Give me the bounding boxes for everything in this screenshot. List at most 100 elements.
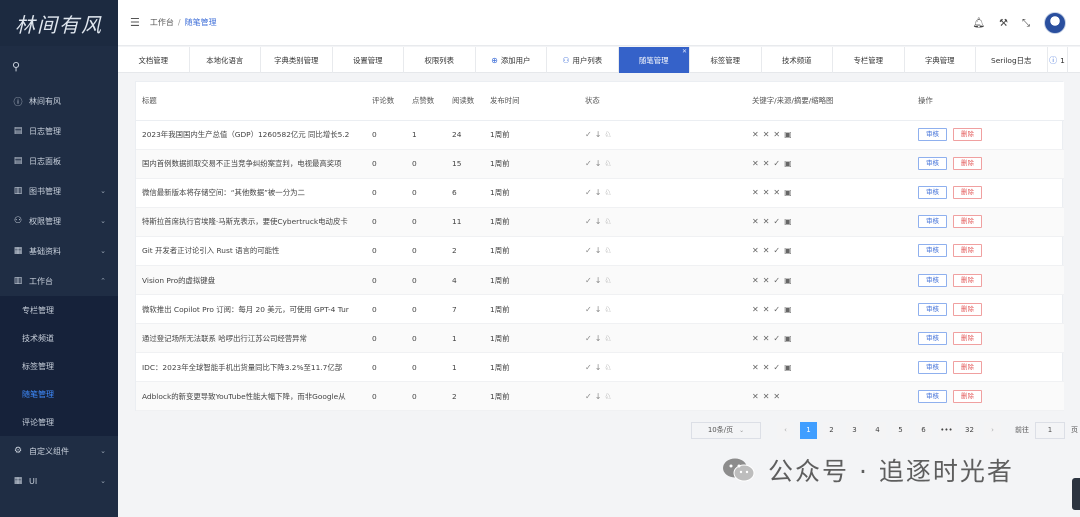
breadcrumb-item[interactable]: 工作台 xyxy=(150,18,174,27)
download-icon[interactable]: ↓ xyxy=(595,159,602,168)
page-button[interactable]: 2 xyxy=(823,421,840,439)
tab[interactable]: 专栏管理 xyxy=(833,47,905,73)
audit-button[interactable]: 审核 xyxy=(918,302,947,316)
sidebar-item[interactable]: ⓘ 林间有风 xyxy=(0,86,118,116)
tab[interactable]: 随笔管理 ✕ xyxy=(618,47,690,73)
sidebar-subitem[interactable]: 标签管理 xyxy=(0,352,118,380)
page-button[interactable]: 5 xyxy=(892,421,909,439)
thumb-icon[interactable]: ♘ xyxy=(604,188,611,197)
sidebar-subitem[interactable]: 技术频道 xyxy=(0,324,118,352)
check-icon[interactable]: ✓ xyxy=(585,188,592,197)
bell-icon[interactable]: 🔔︎ xyxy=(972,18,985,29)
page-button[interactable]: 3 xyxy=(846,421,863,439)
audit-button[interactable]: 审核 xyxy=(918,331,947,345)
download-icon[interactable]: ↓ xyxy=(595,217,602,226)
download-icon[interactable]: ↓ xyxy=(595,276,602,285)
sidebar-item[interactable]: ▤ 日志管理 xyxy=(0,116,118,146)
sidebar-item[interactable]: ⚇ 权限管理 ⌄ xyxy=(0,206,118,236)
tab[interactable]: Serilog日志 xyxy=(976,47,1048,73)
search-icon[interactable]: ⚲ xyxy=(0,46,118,86)
thumb-icon[interactable]: ♘ xyxy=(604,246,611,255)
delete-button[interactable]: 删除 xyxy=(953,157,982,171)
sidebar-subitem[interactable]: 专栏管理 xyxy=(0,296,118,324)
check-icon[interactable]: ✓ xyxy=(585,334,592,343)
close-icon[interactable]: ✕ xyxy=(682,48,687,55)
tab[interactable]: 权限列表 xyxy=(404,47,476,73)
sidebar-item[interactable]: ▤ 日志面板 xyxy=(0,146,118,176)
thumb-icon[interactable]: ♘ xyxy=(604,363,611,372)
delete-button[interactable]: 删除 xyxy=(953,302,982,316)
delete-button[interactable]: 删除 xyxy=(953,215,982,229)
download-icon[interactable]: ↓ xyxy=(595,392,602,401)
check-icon[interactable]: ✓ xyxy=(585,159,592,168)
tab[interactable]: 字典管理 xyxy=(905,47,976,73)
tab[interactable]: 标签管理 xyxy=(690,47,762,73)
delete-button[interactable]: 删除 xyxy=(953,360,982,374)
download-icon[interactable]: ↓ xyxy=(595,363,602,372)
tab[interactable]: 字典类别管理 xyxy=(261,47,333,73)
download-icon[interactable]: ↓ xyxy=(595,246,602,255)
sidebar-item[interactable]: ▦ UI ⌄ xyxy=(0,466,118,496)
delete-button[interactable]: 删除 xyxy=(953,273,982,287)
check-icon[interactable]: ✓ xyxy=(585,305,592,314)
download-icon[interactable]: ↓ xyxy=(595,188,602,197)
audit-button[interactable]: 审核 xyxy=(918,128,947,142)
audit-button[interactable]: 审核 xyxy=(918,389,947,403)
download-icon[interactable]: ↓ xyxy=(595,305,602,314)
tab[interactable]: 设置管理 xyxy=(333,47,404,73)
sidebar-item[interactable]: ▥ 图书管理 ⌄ xyxy=(0,176,118,206)
page-button[interactable]: 6 xyxy=(915,421,932,439)
audit-button[interactable]: 审核 xyxy=(918,244,947,258)
sidebar-item[interactable]: ▥ 工作台 ⌃ xyxy=(0,266,118,296)
prev-page-button[interactable]: ‹ xyxy=(777,421,794,439)
tab[interactable]: 文档管理 xyxy=(118,47,190,73)
app-logo[interactable]: 林间有风 xyxy=(0,0,118,46)
image-icon: ▣ xyxy=(784,304,792,314)
audit-button[interactable]: 审核 xyxy=(918,360,947,374)
check-icon[interactable]: ✓ xyxy=(585,217,592,226)
check-icon[interactable]: ✓ xyxy=(585,130,592,139)
thumb-icon[interactable]: ♘ xyxy=(604,392,611,401)
sidebar-subitem[interactable]: 评论管理 xyxy=(0,408,118,436)
thumb-icon[interactable]: ♘ xyxy=(604,159,611,168)
audit-button[interactable]: 审核 xyxy=(918,215,947,229)
download-icon[interactable]: ↓ xyxy=(595,334,602,343)
check-icon[interactable]: ✓ xyxy=(585,392,592,401)
page-button[interactable]: 4 xyxy=(869,421,886,439)
page-size-select[interactable]: 10条/页 ⌄ xyxy=(691,421,761,439)
page-button[interactable]: 32 xyxy=(961,421,978,439)
delete-button[interactable]: 删除 xyxy=(953,331,982,345)
check-icon[interactable]: ✓ xyxy=(585,276,592,285)
tab[interactable]: ⓘ 1 xyxy=(1048,47,1068,73)
tab[interactable]: ⊕ 添加用户 xyxy=(476,47,547,73)
delete-button[interactable]: 删除 xyxy=(953,389,982,403)
sidebar-item[interactable]: ▦ 基础资料 ⌄ xyxy=(0,236,118,266)
thumb-icon[interactable]: ♘ xyxy=(604,217,611,226)
audit-button[interactable]: 审核 xyxy=(918,186,947,200)
sidebar-subitem[interactable]: 随笔管理 xyxy=(0,380,118,408)
check-icon[interactable]: ✓ xyxy=(585,246,592,255)
goto-page-input[interactable]: 1 xyxy=(1035,421,1065,439)
fullscreen-icon[interactable]: ⤡ xyxy=(1022,18,1030,29)
delete-button[interactable]: 删除 xyxy=(953,128,982,142)
thumb-icon[interactable]: ♘ xyxy=(604,334,611,343)
delete-button[interactable]: 删除 xyxy=(953,186,982,200)
page-button[interactable]: 1 xyxy=(800,421,817,439)
sidebar-item[interactable]: ⚙ 自定义组件 ⌄ xyxy=(0,436,118,466)
audit-button[interactable]: 审核 xyxy=(918,157,947,171)
menu-toggle-icon[interactable]: ☰ xyxy=(130,16,140,29)
tab[interactable]: ⚇ 用户列表 xyxy=(547,47,619,73)
thumb-icon[interactable]: ♘ xyxy=(604,305,611,314)
avatar[interactable] xyxy=(1044,12,1066,34)
tab[interactable]: 技术频道 xyxy=(762,47,833,73)
audit-button[interactable]: 审核 xyxy=(918,273,947,287)
next-page-button[interactable]: › xyxy=(984,421,1001,439)
tab[interactable]: 本地化语言 xyxy=(190,47,261,73)
thumb-icon[interactable]: ♘ xyxy=(604,130,611,139)
more-pages-button[interactable]: ••• xyxy=(938,421,955,439)
delete-button[interactable]: 删除 xyxy=(953,244,982,258)
thumb-icon[interactable]: ♘ xyxy=(604,276,611,285)
check-icon[interactable]: ✓ xyxy=(585,363,592,372)
download-icon[interactable]: ↓ xyxy=(595,130,602,139)
translate-icon[interactable]: ⚒ xyxy=(999,18,1008,29)
